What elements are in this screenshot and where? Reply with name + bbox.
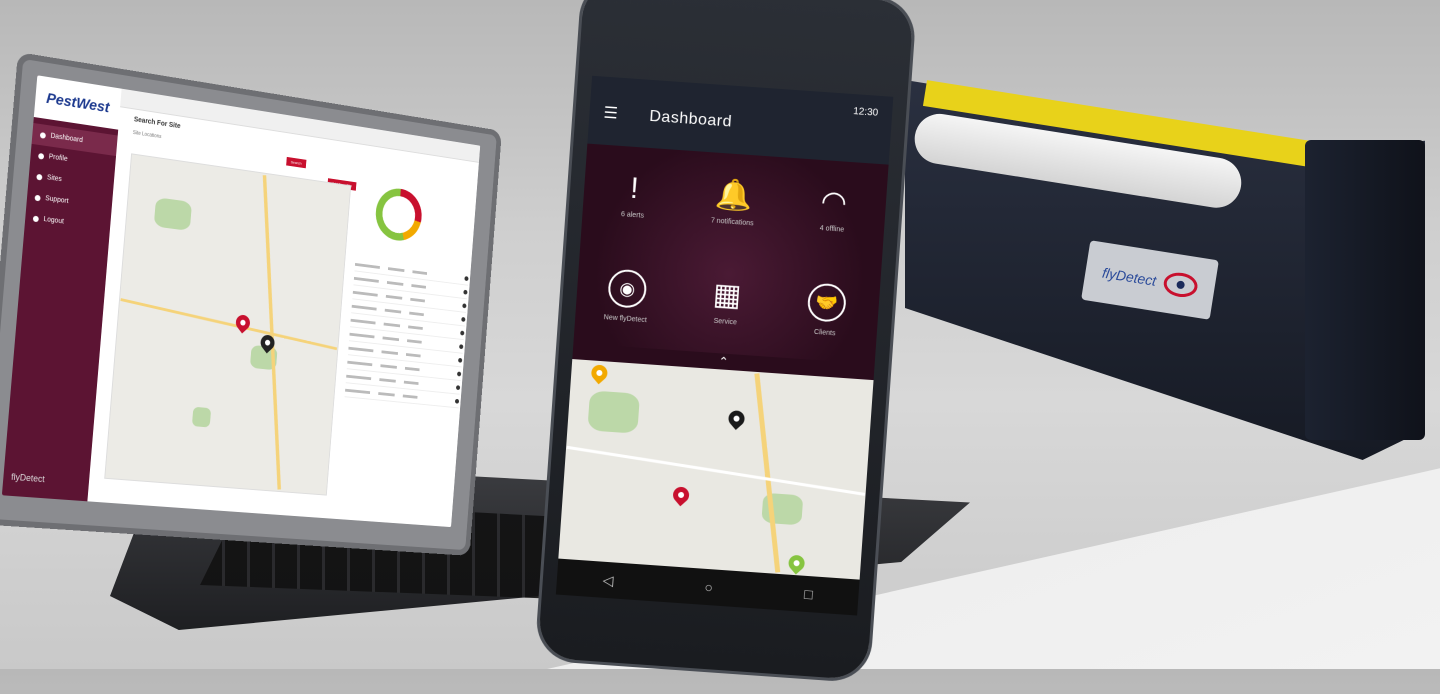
device-brand: flyDetect: [1101, 265, 1157, 289]
wifi-icon: ◠: [820, 187, 848, 219]
recent-apps-icon[interactable]: □: [804, 586, 814, 603]
bell-icon: 🔔: [714, 179, 753, 212]
support-icon: [35, 194, 41, 201]
page-title: Search For Site: [134, 116, 181, 130]
logo-box[interactable]: PestWest: [34, 75, 122, 129]
site-map[interactable]: [104, 153, 351, 495]
device-endcap: [1305, 140, 1425, 440]
sidebar-nav: Dashboard Profile Sites Support Logout: [24, 123, 117, 238]
dashboard-icon: [40, 132, 46, 139]
phone-map[interactable]: [558, 359, 873, 580]
status-time: 12:30: [853, 106, 879, 119]
app-title: Dashboard: [649, 108, 733, 132]
tile-label: 6 alerts: [621, 211, 644, 220]
tile-label: Clients: [814, 328, 836, 336]
tile-label: Service: [713, 317, 737, 326]
handshake-icon: 🤝: [807, 282, 848, 323]
back-icon[interactable]: ◁: [602, 571, 614, 589]
tile-alerts[interactable]: ! 6 alerts: [581, 144, 688, 249]
sites-icon: [36, 173, 42, 180]
profile-icon: [38, 152, 44, 159]
map-pin-icon[interactable]: [725, 407, 748, 430]
tile-offline[interactable]: ◠ 4 offline: [780, 158, 887, 263]
map-pin-icon[interactable]: [785, 552, 808, 575]
tile-service[interactable]: ▦ Service: [673, 250, 780, 355]
eye-icon: ◉: [607, 268, 648, 309]
phone-body: ☰ Dashboard 12:30 ! 6 alerts 🔔 7 notific…: [537, 0, 914, 680]
sidebar-item-label: Support: [45, 195, 69, 205]
qr-icon: ▦: [712, 279, 742, 311]
phone: ☰ Dashboard 12:30 ! 6 alerts 🔔 7 notific…: [497, 0, 963, 694]
main-content: Search For Site Site Locations Search Ad…: [87, 89, 480, 527]
tile-new-flydetect[interactable]: ◉ New flyDetect: [574, 243, 681, 348]
map-pin-icon[interactable]: [588, 362, 611, 385]
menu-icon[interactable]: ☰: [603, 103, 619, 124]
tile-clients[interactable]: 🤝 Clients: [773, 257, 880, 362]
dashboard-grid: ! 6 alerts 🔔 7 notifications ◠ 4 offline…: [573, 144, 888, 365]
laptop-lid: PestWest Dashboard Profile Sites Support…: [0, 52, 502, 556]
sidebar-item-label: Logout: [43, 216, 64, 226]
eye-logo-icon: [1162, 270, 1199, 299]
search-button[interactable]: Search: [286, 157, 306, 168]
sites-table: [345, 257, 469, 408]
flydetect-device: flyDetect: [905, 60, 1440, 480]
alert-icon: !: [629, 173, 639, 204]
phone-screen: ☰ Dashboard 12:30 ! 6 alerts 🔔 7 notific…: [556, 76, 894, 616]
pestwest-logo: PestWest: [46, 89, 110, 115]
section-label: Site Locations: [133, 130, 162, 140]
map-pin-icon[interactable]: [670, 484, 693, 507]
sidebar-brand: flyDetect: [11, 472, 45, 485]
sidebar-item-label: Dashboard: [50, 133, 83, 145]
laptop-screen: PestWest Dashboard Profile Sites Support…: [2, 75, 480, 527]
logout-icon: [33, 215, 39, 222]
home-icon[interactable]: ○: [704, 579, 714, 596]
sidebar-item-label: Sites: [47, 174, 62, 183]
status-gauge: [374, 186, 424, 244]
tile-label: 7 notifications: [711, 217, 754, 227]
tile-label: New flyDetect: [603, 314, 647, 324]
tile-notifications[interactable]: 🔔 7 notifications: [680, 151, 787, 256]
tile-label: 4 offline: [820, 225, 845, 234]
sidebar-item-label: Profile: [48, 153, 67, 163]
